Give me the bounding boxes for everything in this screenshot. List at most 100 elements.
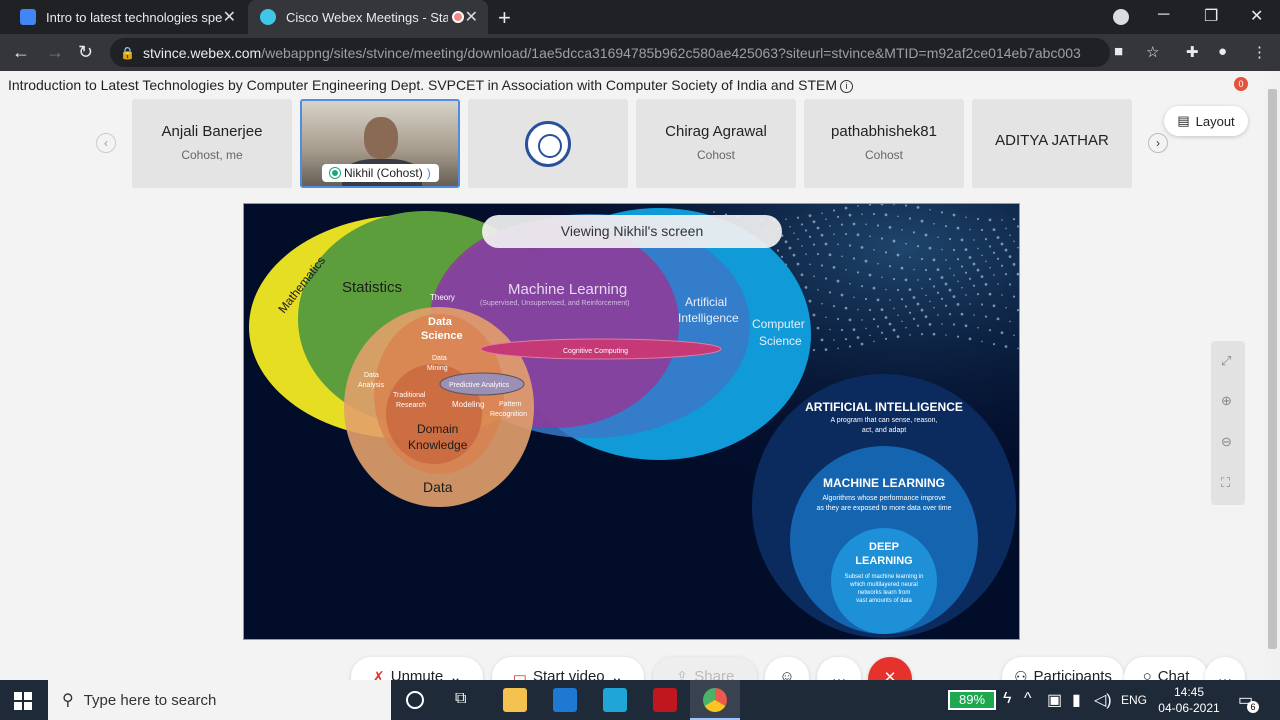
volume-icon[interactable]: ◁) — [1094, 690, 1112, 710]
wave-dot — [916, 205, 920, 209]
wave-dot — [960, 312, 964, 316]
wave-dot — [789, 225, 791, 228]
close-window-icon[interactable]: ✕ — [1250, 6, 1263, 26]
close-tab-icon[interactable]: ✕ — [223, 7, 236, 27]
meet-now-icon[interactable]: ▣ — [1047, 690, 1062, 710]
windows-start-icon[interactable] — [14, 692, 32, 710]
wave-dot — [920, 257, 924, 261]
extensions-icon[interactable]: ✚ — [1186, 43, 1199, 61]
scrollbar-thumb[interactable] — [1268, 89, 1277, 649]
start-video-button[interactable]: ▭ Start video ⌄ — [492, 657, 644, 680]
wave-dot — [920, 219, 924, 223]
wave-dot — [808, 214, 812, 218]
forward-icon[interactable]: → — [46, 42, 64, 63]
wave-dot — [1009, 320, 1011, 323]
wave-dot — [921, 287, 923, 290]
end-meeting-button[interactable]: ✕ — [868, 657, 912, 680]
more-options-button[interactable]: … — [817, 657, 861, 680]
chevron-down-icon: ⌄ — [449, 669, 462, 680]
fullscreen-icon[interactable]: ⤢ — [1221, 353, 1231, 369]
mail-icon[interactable] — [553, 688, 577, 712]
reload-icon[interactable]: ↻ — [78, 42, 93, 63]
input-language[interactable]: ENG — [1121, 693, 1147, 707]
share-button[interactable]: ⇪ Share — [653, 657, 757, 680]
bookmark-star-icon[interactable]: ☆ — [1146, 43, 1159, 61]
browser-tab-docs[interactable]: Intro to latest technologies speec ✕ — [8, 0, 246, 34]
close-tab-icon[interactable]: ✕ — [465, 7, 478, 27]
wave-dot — [972, 262, 976, 266]
nest-dl-title-line1: DEEP — [869, 541, 899, 553]
wave-dot — [912, 317, 916, 320]
wave-dot — [1005, 306, 1007, 309]
participant-tile-active-speaker[interactable]: Nikhil (Cohost) ) — [300, 99, 460, 188]
chat-button[interactable]: ○ Chat — [1124, 657, 1208, 680]
wave-dot — [801, 245, 803, 247]
wave-dot — [876, 224, 880, 227]
participant-face — [364, 117, 398, 159]
browser-tab-webex[interactable]: Cisco Webex Meetings - Star ✕ — [248, 0, 488, 34]
show-hidden-icons-icon[interactable]: ^ — [1024, 690, 1032, 708]
info-icon[interactable]: i — [840, 79, 854, 93]
file-explorer-icon[interactable] — [503, 688, 527, 712]
institute-logo — [525, 121, 571, 167]
zoom-in-icon[interactable]: ⊕ — [1221, 393, 1232, 409]
mcafee-icon[interactable] — [653, 688, 677, 712]
camera-blocked-icon[interactable]: ■ — [1114, 43, 1123, 60]
participant-tile[interactable]: pathabhishek81 Cohost — [804, 99, 964, 188]
battery-indicator[interactable]: 89% — [948, 690, 996, 710]
app-l-icon[interactable] — [603, 688, 627, 712]
participant-tile[interactable]: Anjali Banerjee Cohost, me — [132, 99, 292, 188]
nest-ai-desc-line2: act, and adapt — [862, 427, 906, 434]
label-pattern-recognition-line1: Pattern — [499, 401, 522, 408]
wave-dot — [840, 328, 844, 332]
layout-button[interactable]: ▤ Layout — [1164, 106, 1248, 136]
wave-dot — [812, 243, 816, 246]
restore-icon[interactable]: ❐ — [1204, 6, 1218, 26]
zoom-out-icon[interactable]: ⊖ — [1221, 434, 1232, 450]
profile-dropdown-icon[interactable] — [1113, 9, 1129, 25]
participants-button[interactable]: ⚇ Participants — [1002, 657, 1124, 680]
taskbar-search[interactable]: ⚲ Type here to search — [48, 680, 391, 720]
task-view-icon[interactable]: ⧉ — [455, 690, 466, 708]
label-data-analysis-line1: Data — [364, 372, 379, 379]
notification-badge[interactable]: 0 — [1234, 77, 1248, 91]
participant-tile[interactable]: ADITYA JATHAR — [972, 99, 1132, 188]
wave-dot — [853, 296, 855, 299]
unmute-button[interactable]: ✗ Unmute ⌄ — [351, 657, 483, 680]
participant-name: Anjali Banerjee — [161, 123, 263, 140]
wave-dot — [820, 233, 824, 237]
tab-title: Cisco Webex Meetings - Star — [286, 9, 448, 25]
reactions-button[interactable]: ☺ — [765, 657, 809, 680]
audio-wave-icon: ) — [426, 166, 431, 180]
wave-dot — [992, 304, 996, 308]
minimize-icon[interactable]: ─ — [1158, 6, 1169, 24]
microphone-icon[interactable]: ▮ — [1072, 690, 1081, 710]
cortana-icon[interactable] — [406, 691, 424, 709]
share-icon: ⇪ — [675, 669, 689, 680]
address-bar[interactable]: 🔒 stvince.webex.com /webappng/sites/stvi… — [110, 38, 1110, 67]
participant-tile-logo[interactable] — [468, 99, 628, 188]
more-panels-button[interactable]: … — [1205, 657, 1245, 680]
new-tab-button[interactable]: + — [498, 5, 511, 31]
wave-dot — [873, 340, 875, 343]
participant-tile[interactable]: Chirag Agrawal Cohost — [636, 99, 796, 188]
previous-participants-icon[interactable]: ‹ — [96, 133, 116, 153]
browser-tab-strip: Intro to latest technologies speec ✕ Cis… — [0, 0, 1280, 34]
wave-dot — [1001, 219, 1003, 221]
system-clock[interactable]: 14:45 04-06-2021 — [1150, 684, 1228, 716]
participant-role: Cohost — [864, 148, 904, 162]
page-scrollbar[interactable] — [1265, 71, 1280, 680]
wave-dot — [844, 206, 848, 210]
back-icon[interactable]: ← — [12, 42, 30, 63]
wave-dot — [996, 236, 1000, 239]
wave-dot — [1009, 234, 1011, 237]
fit-screen-icon[interactable]: ⛶ — [1221, 475, 1230, 491]
wave-dot — [944, 225, 948, 228]
url-host: stvince.webex.com — [142, 44, 262, 61]
wave-dot — [856, 336, 860, 339]
wave-dot — [809, 263, 811, 266]
menu-icon[interactable]: ⋮ — [1252, 43, 1267, 61]
next-participants-icon[interactable]: › — [1148, 133, 1168, 153]
wave-dot — [981, 254, 983, 257]
profile-icon[interactable]: ● — [1218, 43, 1227, 60]
